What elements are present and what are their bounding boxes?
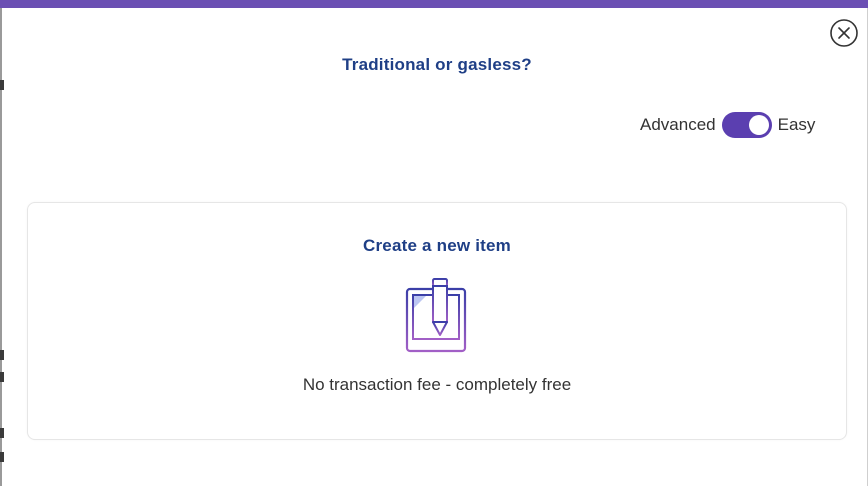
mode-toggle-switch[interactable] — [721, 112, 772, 138]
toggle-label-easy[interactable]: Easy — [778, 115, 816, 135]
edge-mark — [0, 80, 4, 90]
gasless-choice-dialog: Traditional or gasless? Advanced Easy Cr… — [0, 0, 868, 486]
card-description: No transaction fee - completely free — [302, 375, 572, 394]
close-button[interactable] — [829, 18, 859, 48]
close-circle-icon — [830, 19, 858, 47]
toggle-label-advanced[interactable]: Advanced — [640, 115, 716, 135]
dialog-title: Traditional or gasless? — [342, 55, 532, 74]
mode-toggle: Advanced Easy — [640, 112, 815, 138]
top-accent-bar — [0, 0, 868, 8]
edge-mark — [0, 372, 4, 382]
edge-mark — [0, 350, 4, 360]
toggle-knob — [748, 115, 769, 135]
edge-mark — [0, 428, 4, 438]
edge-mark — [0, 452, 4, 462]
card-title: Create a new item — [363, 236, 511, 255]
create-new-item-card[interactable]: Create a new item No transaction fee - c… — [27, 202, 847, 440]
tablet-pencil-icon — [405, 278, 467, 353]
